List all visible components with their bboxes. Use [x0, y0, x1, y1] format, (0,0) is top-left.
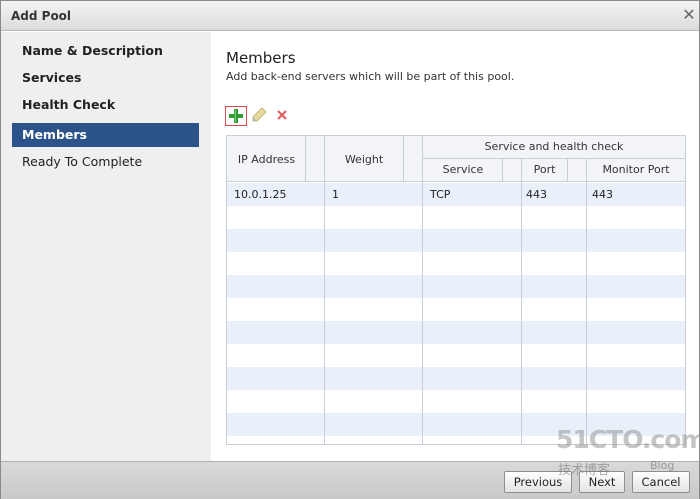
nav-item-label: Members	[22, 127, 87, 142]
header-group-divider	[422, 158, 685, 159]
watermark-blog: Blog	[650, 459, 675, 472]
empty-row	[227, 229, 685, 252]
cell-port: 443	[526, 188, 547, 201]
nav-item-health-check[interactable]: Health Check	[12, 93, 199, 117]
nav-item-services[interactable]: Services	[12, 66, 199, 90]
pencil-icon	[252, 107, 267, 122]
watermark-logo: 51CTO.com	[556, 425, 700, 454]
header-divider	[567, 159, 568, 182]
wizard-nav: Name & Description Services Health Check…	[1, 32, 211, 461]
nav-item-members[interactable]: Members	[12, 123, 199, 147]
column-group-service-health-check: Service and health check	[484, 140, 624, 153]
header-divider	[586, 159, 587, 182]
table-header: IP Address Weight Service and health che…	[227, 136, 685, 182]
add-member-button[interactable]	[225, 106, 247, 126]
plus-icon	[229, 109, 243, 123]
column-divider	[586, 182, 587, 444]
page-description: Add back-end servers which will be part …	[226, 70, 515, 83]
empty-row	[227, 298, 685, 321]
members-table: IP Address Weight Service and health che…	[226, 135, 686, 445]
empty-row	[227, 367, 685, 390]
header-divider	[305, 136, 306, 182]
column-divider	[324, 182, 325, 444]
nav-item-label: Ready To Complete	[22, 154, 143, 169]
members-panel: Members Add back-end servers which will …	[211, 32, 699, 461]
cell-ip-address: 10.0.1.25	[234, 188, 287, 201]
column-divider	[521, 182, 522, 444]
column-header-monitor-port[interactable]: Monitor Port	[587, 163, 685, 176]
cell-monitor-port: 443	[592, 188, 613, 201]
header-divider	[324, 136, 325, 182]
empty-row	[227, 252, 685, 275]
column-header-port[interactable]: Port	[522, 163, 567, 176]
dialog-title: Add Pool	[11, 9, 72, 23]
nav-item-label: Services	[22, 70, 82, 85]
nav-item-label: Health Check	[22, 97, 116, 112]
empty-row	[227, 275, 685, 298]
edit-member-button[interactable]	[249, 106, 271, 126]
table-row[interactable]: 10.0.1.25 1 TCP 443 443	[227, 183, 685, 206]
empty-row	[227, 344, 685, 367]
delete-member-button[interactable]	[272, 106, 294, 126]
nav-item-ready-to-complete[interactable]: Ready To Complete	[12, 150, 199, 174]
header-divider	[521, 159, 522, 182]
page-title: Members	[226, 49, 296, 67]
empty-row	[227, 390, 685, 413]
header-divider	[403, 136, 404, 182]
watermark-text: 技术博客	[558, 463, 611, 478]
column-divider	[422, 182, 423, 444]
header-divider	[422, 136, 423, 182]
x-icon	[277, 110, 287, 120]
nav-item-label: Name & Description	[22, 43, 163, 58]
column-header-service[interactable]: Service	[423, 163, 503, 176]
header-divider	[502, 159, 503, 182]
column-header-ip-address[interactable]: IP Address	[227, 153, 306, 166]
column-header-weight[interactable]: Weight	[325, 153, 403, 166]
empty-row	[227, 321, 685, 344]
cell-weight: 1	[332, 188, 339, 201]
nav-item-name-description[interactable]: Name & Description	[12, 39, 199, 63]
title-bar[interactable]: Add Pool ✕	[1, 1, 699, 31]
empty-row	[227, 206, 685, 229]
close-icon[interactable]: ✕	[681, 6, 697, 24]
cell-service: TCP	[430, 188, 451, 201]
cancel-button[interactable]: Cancel	[632, 471, 690, 493]
